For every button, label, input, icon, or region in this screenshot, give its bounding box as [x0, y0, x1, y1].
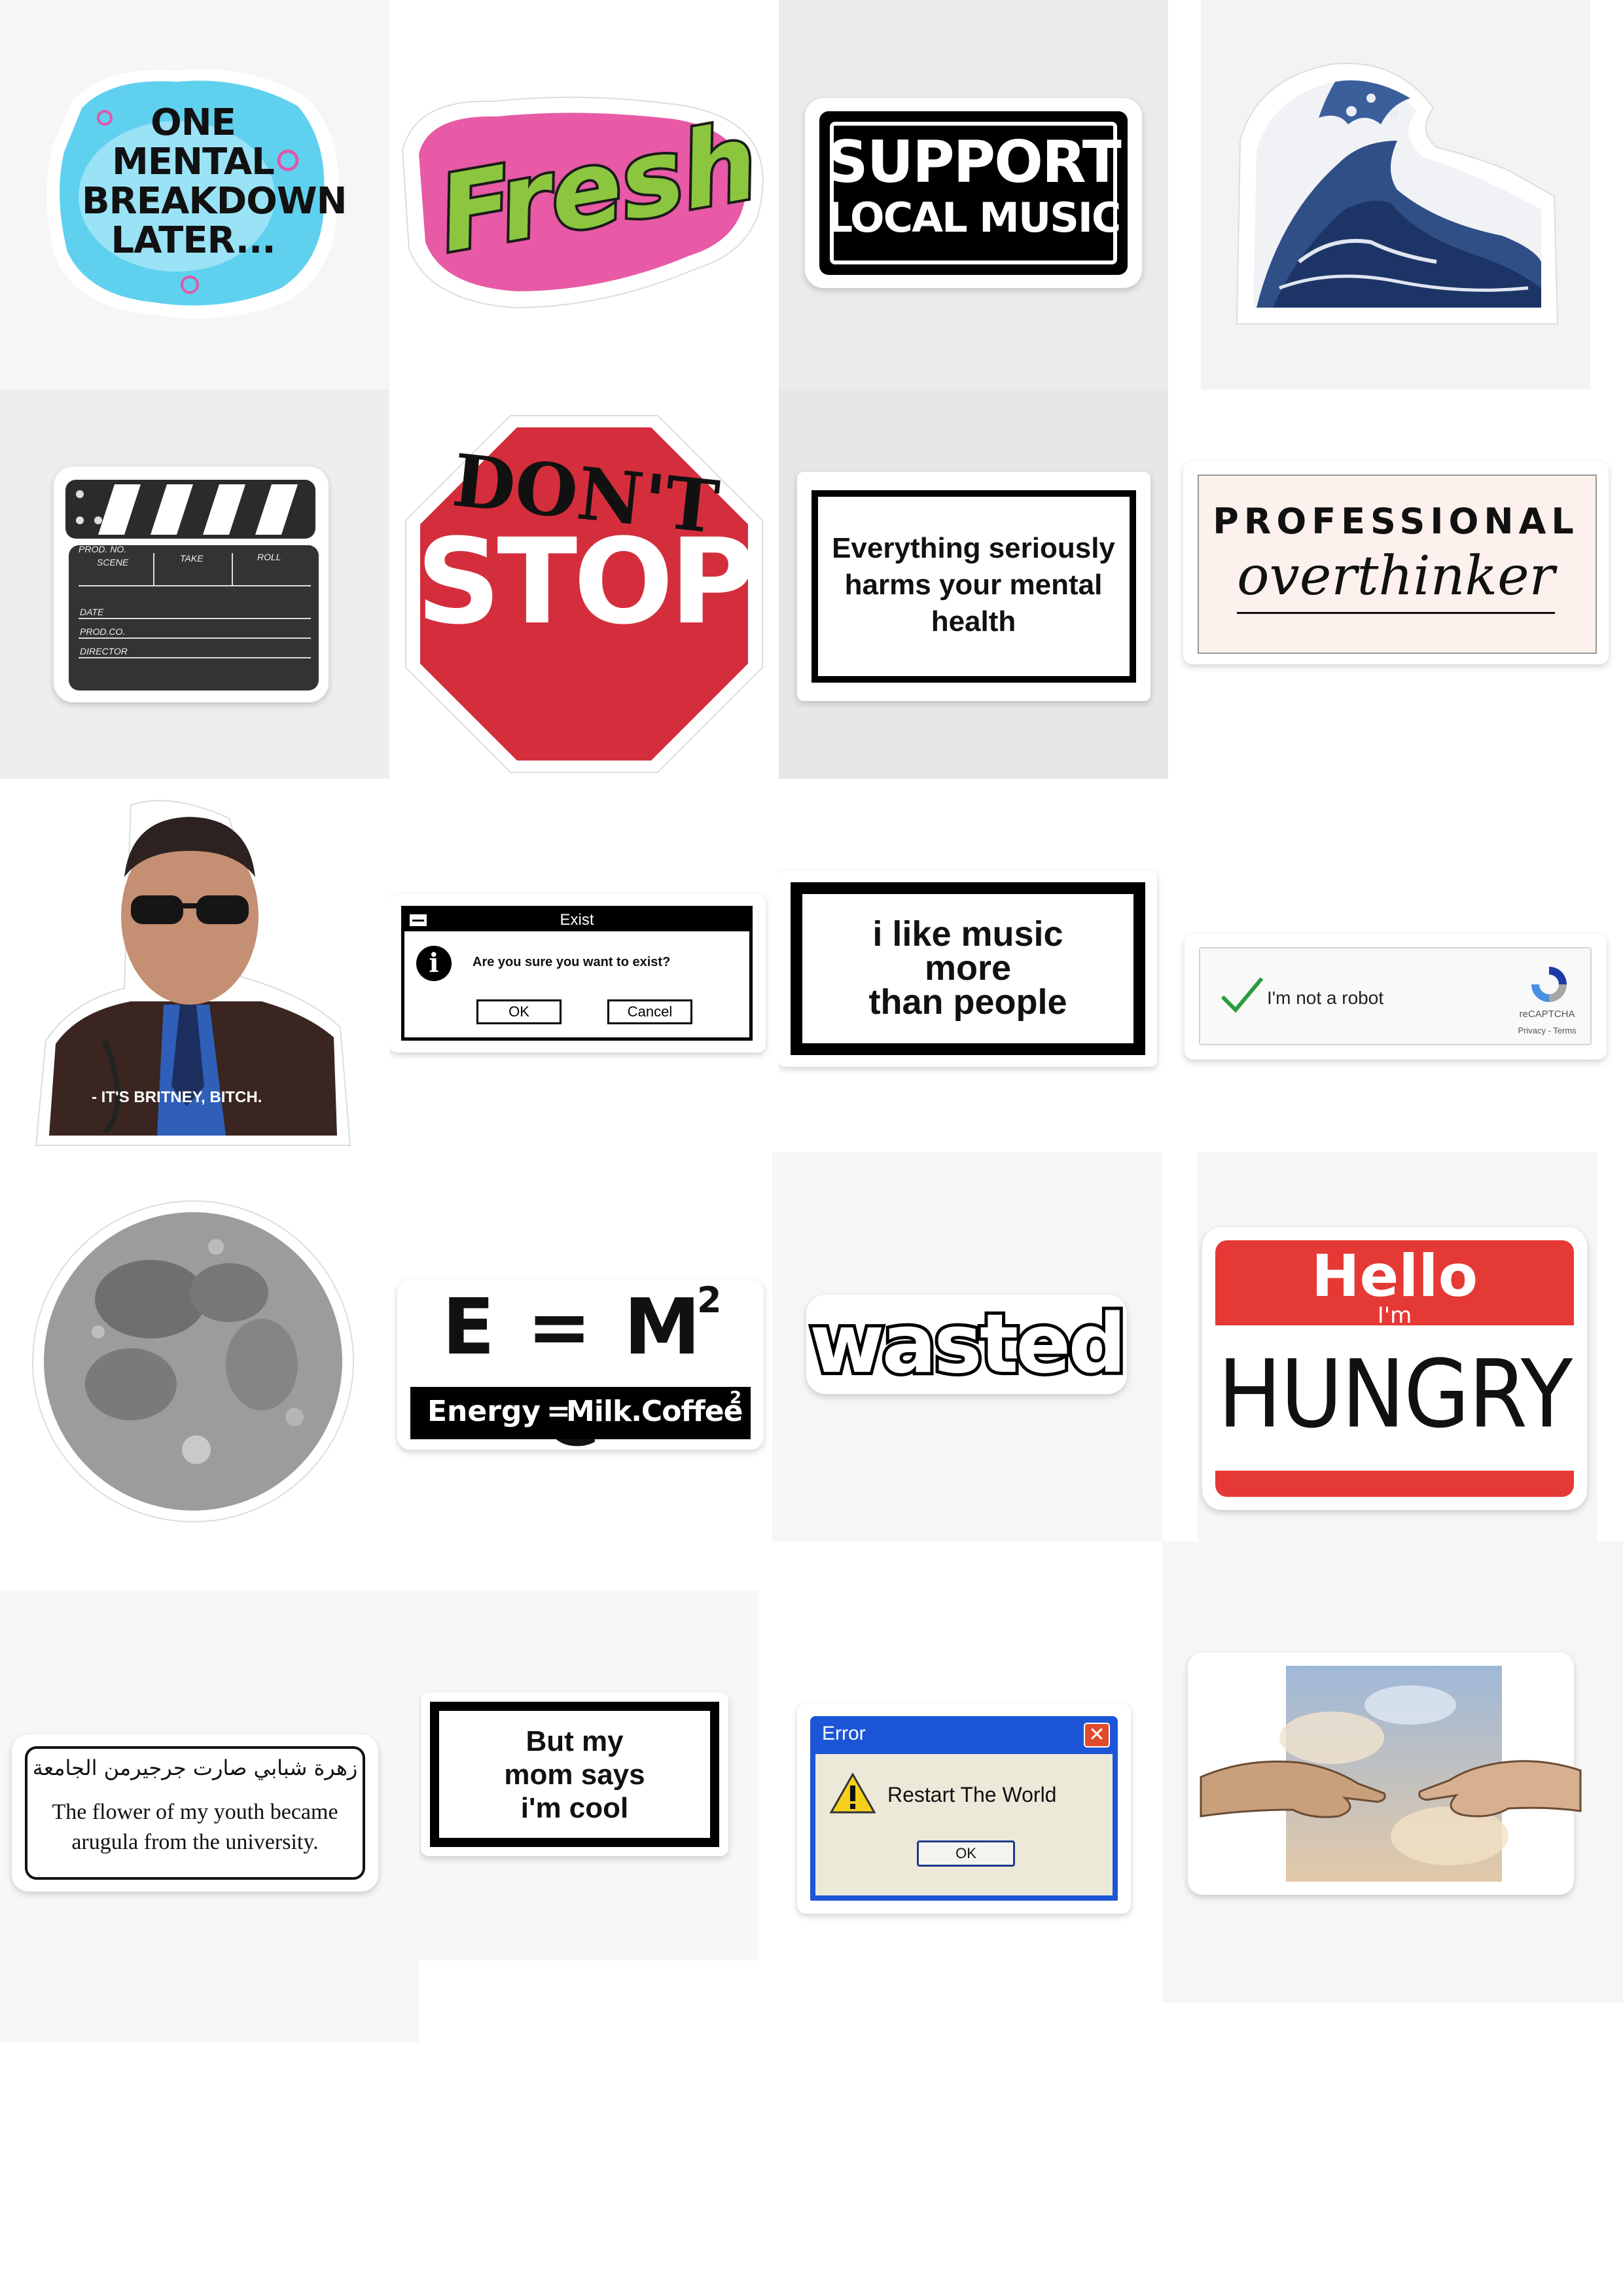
tile-exist-dialog: Exist i Are you sure you want to exist? … [389, 779, 779, 1168]
britney-caption: - IT'S BRITNEY, BITCH. [92, 1088, 262, 1106]
error-ok-button[interactable]: OK [917, 1840, 1015, 1867]
music-line1: i like music [872, 914, 1063, 954]
hungry-text: HUNGRY [1217, 1339, 1573, 1449]
recaptcha-label: I'm not a robot [1267, 988, 1384, 1008]
tile-clapperboard: PROD. NO. SCENE TAKE ROLL DATE PROD.CO. … [0, 389, 389, 779]
emc2-sub-exponent: 2 [730, 1388, 742, 1408]
emc2-milk-coffee: Milk.Coffee [566, 1395, 743, 1428]
recaptcha-logo-icon [1531, 967, 1567, 1002]
clapper-director: DIRECTOR [80, 646, 128, 656]
moon-icon [32, 1200, 354, 1522]
arabic-text: زهرة شبابي صارت جرجيرمن الجامعة [32, 1755, 358, 1780]
tile-creation-of-adam [1162, 1541, 1623, 2003]
tile-recaptcha: I'm not a robot reCAPTCHA Privacy - Term… [1168, 779, 1623, 1168]
emc2-exponent: 2 [697, 1280, 722, 1321]
professional-text: PROFESSIONAL [1213, 501, 1579, 542]
tile-fresh: Fresh [389, 0, 779, 389]
emc2-energy: Energy [427, 1395, 541, 1428]
tile-dont-stop: STOP DON'T [389, 389, 779, 779]
warning-icon [830, 1772, 876, 1814]
arugula-line1: The flower of my youth became [52, 1800, 338, 1824]
sticker-sheet: { "stickers": { "mental_breakdown": {"te… [0, 0, 1623, 2296]
recaptcha-brand: reCAPTCHA [1519, 1009, 1575, 1020]
tile-emc2: E = M C 2 Energy = Milk.Coffee 2 [389, 1168, 779, 1558]
error-message: Restart The World [887, 1783, 1057, 1806]
error-window: Error ✕ Restart The World OK [810, 1716, 1118, 1901]
im-text: I'm [1377, 1302, 1412, 1329]
tile-arabic: زهرة شبابي صارت جرجيرمن الجامعة The flow… [0, 1590, 419, 2042]
error-title: Error [822, 1723, 866, 1744]
checkmark-icon[interactable] [1219, 973, 1266, 1015]
exist-ok-button[interactable]: OK [476, 999, 562, 1024]
mental-breakdown-text: ONE MENTAL BREAKDOWN LATER... [82, 101, 348, 262]
tile-britney: - IT'S BRITNEY, BITCH. [0, 779, 389, 1168]
support-text: SUPPORT [827, 128, 1121, 196]
clapper-date: DATE [80, 607, 104, 617]
clapper-roll: ROLL [257, 552, 281, 562]
overthinker-text: overthinker [1237, 545, 1555, 607]
tile-mom-says: But my mom says i'm cool [419, 1590, 759, 1960]
local-music-text: LOCAL MUSIC [827, 194, 1122, 242]
tile-mental-breakdown: ONE MENTAL BREAKDOWN LATER... [0, 0, 389, 389]
clapper-prod-no: PROD. NO. [79, 544, 127, 554]
hello-text: Hello [1311, 1242, 1478, 1310]
exist-title: Exist [560, 911, 594, 929]
tile-hello-hungry: Hello I'm HUNGRY [1198, 1152, 1597, 1541]
arugula-line2: arugula from the university. [71, 1830, 319, 1854]
recaptcha-box: I'm not a robot reCAPTCHA Privacy - Term… [1199, 947, 1592, 1045]
clapperboard-icon [65, 480, 319, 691]
tile-moon [0, 1168, 389, 1558]
close-icon[interactable]: ✕ [1084, 1723, 1110, 1748]
exist-titlebar: Exist [404, 909, 749, 931]
overthinker-underline [1237, 612, 1555, 614]
great-wave-icon [1236, 62, 1559, 325]
mom-line3: i'm cool [520, 1792, 629, 1824]
tile-music-people: i like music more than people [779, 779, 1168, 1168]
tile-overthinker: PROFESSIONAL overthinker [1168, 389, 1623, 779]
music-line2: more [924, 948, 1012, 988]
mental-health-text: Everything seriously harms your mental h… [832, 532, 1115, 637]
creation-of-adam-icon [1200, 1666, 1582, 1882]
tile-great-wave [1201, 0, 1590, 389]
exist-cancel-button[interactable]: Cancel [607, 999, 692, 1024]
error-body: Restart The World OK [815, 1754, 1113, 1895]
wasted-text: wasted [806, 1295, 1130, 1393]
exist-message: Are you sure you want to exist? [473, 955, 671, 969]
tile-error-dialog: Error ✕ Restart The World OK [759, 1558, 1162, 1967]
tile-support-local-music: SUPPORT LOCAL MUSIC [779, 0, 1168, 389]
mom-line2: mom says [504, 1759, 645, 1791]
recaptcha-links[interactable]: Privacy - Terms [1501, 1026, 1593, 1035]
tile-wasted: wasted [772, 1152, 1162, 1541]
info-icon: i [416, 946, 452, 981]
michael-scott-icon [35, 800, 351, 1146]
exist-dialog-window: Exist i Are you sure you want to exist? … [401, 906, 753, 1041]
clapper-prod-co: PROD.CO. [80, 626, 126, 637]
clapper-take: TAKE [180, 553, 204, 564]
mom-line1: But my [526, 1725, 624, 1757]
music-line3: than people [868, 982, 1067, 1022]
clapper-scene: SCENE [97, 557, 129, 567]
tile-mental-health: Everything seriously harms your mental h… [779, 389, 1168, 779]
